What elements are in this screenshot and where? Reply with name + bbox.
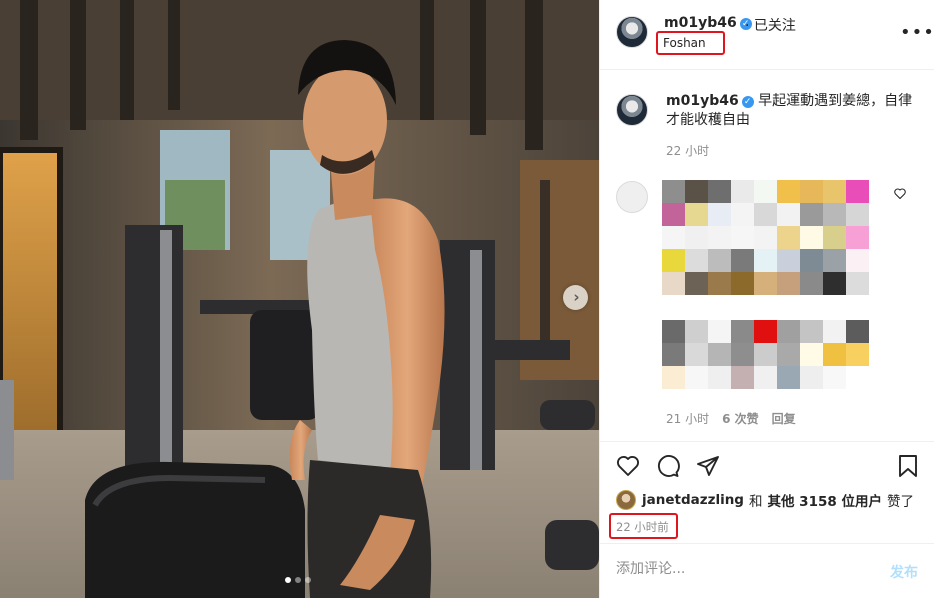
carousel-dot-1 [285,577,291,583]
liked-text: 赞了 [886,494,914,510]
chevron-right-icon: › [573,288,580,306]
gym-photo-illustration [0,0,599,598]
location-link[interactable]: Foshan [656,31,725,55]
instagram-post: › m01yb46 ✓ · 已关注 Foshan ••• m01yb46 ✓ 早起運… [0,0,934,598]
add-comment-bar: 发布 [600,543,934,597]
comment-reply-button[interactable]: 回复 [772,410,796,427]
add-comment-input[interactable] [616,561,866,577]
comment-time[interactable]: 21 小时 [666,410,709,427]
comment-likes-count[interactable]: 6 次赞 [722,410,759,427]
liker-username[interactable]: janetdazzling [642,492,744,508]
save-bookmark-icon[interactable] [896,454,920,482]
follow-status-button[interactable]: · 已关注 [745,15,796,35]
carousel-dot-2 [295,577,301,583]
share-send-icon[interactable] [696,454,720,482]
post-photo[interactable]: › [0,0,599,598]
like-heart-icon[interactable] [616,454,640,482]
carousel-dot-3 [305,577,311,583]
author-avatar[interactable] [616,16,648,48]
verified-badge-icon: ✓ [741,96,754,108]
commenter-avatar[interactable] [616,181,648,213]
caption-time[interactable]: 22 小时 [666,142,709,159]
carousel-indicator [285,577,311,583]
post-actions: janetdazzling 和 其他 3158 位用户 赞了 22 小时前 发布 [600,441,934,596]
caption-username[interactable]: m01yb46 ✓ [666,93,754,109]
redacted-comment-mosaic [662,180,869,389]
caption-text: m01yb46 ✓ 早起運動遇到姜總，自律才能收穫自由 [666,92,916,130]
comment-meta: 21 小时 6 次赞 回复 [666,410,796,427]
more-options-icon[interactable]: ••• [900,22,934,43]
liker-avatar[interactable] [616,490,636,510]
post-comment-button[interactable]: 发布 [890,562,918,582]
comment-like-icon[interactable] [894,188,906,202]
and-text: 和 [748,494,763,510]
post-header: m01yb46 ✓ · 已关注 Foshan ••• [600,0,934,70]
post-side-panel: m01yb46 ✓ · 已关注 Foshan ••• m01yb46 ✓ 早起運動遇… [599,0,934,598]
others-count-link[interactable]: 其他 3158 位用户 [767,490,881,510]
author-username[interactable]: m01yb46 ✓ [664,15,752,31]
comment-bubble-icon[interactable] [656,454,680,482]
carousel-next-button[interactable]: › [563,285,588,310]
caption-author-avatar[interactable] [616,94,648,126]
liked-by-line: janetdazzling 和 其他 3158 位用户 赞了 [616,490,914,510]
post-timestamp[interactable]: 22 小时前 [609,513,678,539]
